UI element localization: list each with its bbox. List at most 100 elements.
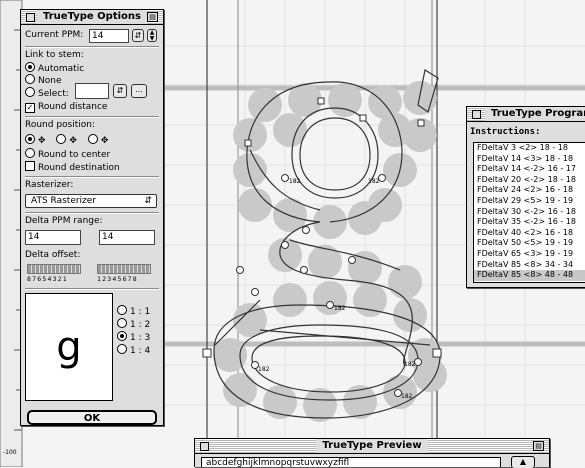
delta-offset-positive-slider[interactable] bbox=[97, 264, 151, 274]
checkmark-icon: ✓ bbox=[25, 103, 35, 113]
instruction-row-selected[interactable]: FDeltaV 85 <8> 48 - 48 bbox=[474, 270, 585, 281]
point-label: 182 bbox=[368, 178, 380, 185]
instructions-label: Instructions: bbox=[470, 127, 541, 137]
truetype-preview-window: TrueType Preview ▤ abcdefghijklmnopqrstu… bbox=[194, 438, 550, 468]
radio-icon bbox=[25, 62, 35, 72]
offset-right-digits: 12345678 bbox=[97, 275, 138, 283]
radio-none[interactable]: None bbox=[25, 74, 61, 86]
round-position-options: ✥ ✥ ✥ bbox=[25, 134, 108, 146]
position-off-radio[interactable] bbox=[87, 134, 98, 144]
collapse-box-icon[interactable]: ▤ bbox=[533, 441, 544, 451]
checkbox-icon bbox=[25, 161, 35, 171]
close-box-icon[interactable] bbox=[26, 13, 35, 22]
preview-text-field[interactable]: abcdefghijklmnopqrstuvwxyzfifl bbox=[201, 457, 501, 467]
instruction-row[interactable]: FDeltaV 24 <2> 16 - 18 bbox=[474, 185, 585, 196]
radio-icon bbox=[25, 87, 35, 97]
popup-arrows-icon: ⇵ bbox=[144, 196, 152, 206]
instruction-row[interactable]: FDeltaV 50 <5> 19 - 19 bbox=[474, 238, 585, 249]
instruction-row[interactable]: FDeltaV 85 <8> 34 - 34 bbox=[474, 260, 585, 271]
instruction-row[interactable]: FDeltaV 65 <3> 19 - 19 bbox=[474, 249, 585, 260]
program-title: TrueType Program bbox=[485, 107, 585, 121]
ppm-label: Current PPM: bbox=[25, 30, 84, 40]
divider bbox=[25, 288, 159, 290]
ok-button[interactable]: OK bbox=[27, 410, 157, 425]
rasterizer-select[interactable]: ATS Rasterizer ⇵ bbox=[25, 194, 157, 208]
radio-label: 1 : 2 bbox=[130, 320, 151, 330]
stem-more-button[interactable]: ... bbox=[131, 84, 147, 98]
ruler-label: -100 bbox=[3, 449, 17, 456]
stem-select-field[interactable] bbox=[75, 83, 109, 99]
ratio-1-4[interactable]: 1 : 4 bbox=[117, 344, 150, 356]
radio-label: None bbox=[38, 76, 62, 86]
radio-label: Round to center bbox=[38, 150, 111, 160]
instruction-row[interactable]: FDeltaV 14 <3> 18 - 18 bbox=[474, 154, 585, 165]
point-label: 182 bbox=[334, 305, 346, 312]
stem-popup-button[interactable]: ⇵ bbox=[113, 84, 127, 98]
radio-label: Automatic bbox=[38, 64, 85, 74]
ppm-input[interactable]: 14 bbox=[89, 29, 129, 43]
instructions-list[interactable]: FDeltaV 3 <2> 18 - 18 FDeltaV 14 <3> 18 … bbox=[473, 142, 585, 283]
radio-label: 1 : 1 bbox=[130, 307, 151, 317]
point-label: 182 bbox=[258, 366, 270, 373]
round-distance-checkbox[interactable]: ✓ Round distance bbox=[25, 102, 107, 113]
divider bbox=[25, 176, 159, 178]
position-half-radio[interactable] bbox=[56, 134, 67, 144]
delta-to-input[interactable]: 14 bbox=[99, 230, 155, 245]
delta-from-input[interactable]: 14 bbox=[25, 230, 81, 245]
preview-glyph: g bbox=[56, 324, 82, 370]
round-destination-checkbox[interactable]: Round destination bbox=[25, 161, 120, 173]
instruction-row[interactable]: FDeltaV 30 <-2> 16 - 18 bbox=[474, 207, 585, 218]
crosshair-icon: ✥ bbox=[38, 136, 46, 146]
instruction-row[interactable]: FDeltaV 14 <-2> 16 - 17 bbox=[474, 164, 585, 175]
point-label: 182 bbox=[404, 361, 416, 368]
point-label: 182 bbox=[289, 178, 301, 185]
delta-offset-label: Delta offset: bbox=[25, 250, 81, 260]
radio-label: Select: bbox=[38, 89, 69, 99]
ratio-1-3[interactable]: 1 : 3 bbox=[117, 331, 150, 343]
preview-title: TrueType Preview bbox=[316, 439, 428, 453]
instruction-row[interactable]: FDeltaV 40 <2> 16 - 18 bbox=[474, 228, 585, 239]
program-titlebar[interactable]: TrueType Program bbox=[467, 107, 585, 122]
divider bbox=[25, 212, 159, 214]
ppm-stepper[interactable]: ▲ ▼ bbox=[147, 29, 157, 42]
options-title: TrueType Options bbox=[37, 10, 147, 24]
point-label: 182 bbox=[401, 393, 413, 400]
instruction-row[interactable]: FDeltaV 20 <-2> 18 - 18 bbox=[474, 175, 585, 186]
radio-round-to-center[interactable]: Round to center bbox=[25, 148, 110, 160]
crosshair-icon: ✥ bbox=[100, 136, 109, 146]
radio-icon bbox=[117, 305, 127, 315]
radio-icon bbox=[117, 331, 127, 341]
truetype-program-window: TrueType Program Instructions: FDeltaV 3… bbox=[466, 106, 585, 288]
options-titlebar[interactable]: TrueType Options ▤ bbox=[21, 10, 163, 25]
radio-automatic[interactable]: Automatic bbox=[25, 62, 84, 74]
truetype-options-window: TrueType Options ▤ Current PPM: 14 ⇵ ▲ ▼ … bbox=[20, 9, 164, 426]
crosshair-icon: ✥ bbox=[69, 136, 77, 146]
radio-label: 1 : 3 bbox=[130, 333, 151, 343]
round-position-label: Round position: bbox=[25, 120, 96, 130]
close-box-icon[interactable] bbox=[472, 110, 481, 119]
ratio-1-2[interactable]: 1 : 2 bbox=[117, 318, 150, 330]
delta-offset-negative-slider[interactable] bbox=[27, 264, 81, 274]
radio-select[interactable]: Select: bbox=[25, 87, 69, 99]
instruction-row[interactable]: FDeltaV 29 <5> 19 - 19 bbox=[474, 196, 585, 207]
instruction-row[interactable]: FDeltaV 3 <2> 18 - 18 bbox=[474, 143, 585, 154]
instruction-row[interactable]: FDeltaV 35 <-2> 16 - 18 bbox=[474, 217, 585, 228]
radio-icon bbox=[117, 344, 127, 354]
checkbox-label: Round distance bbox=[38, 102, 108, 112]
collapse-box-icon[interactable]: ▤ bbox=[147, 12, 158, 22]
close-box-icon[interactable] bbox=[200, 442, 209, 451]
rasterizer-value: ATS Rasterizer bbox=[31, 196, 97, 206]
raster-pixels bbox=[213, 81, 447, 422]
radio-icon bbox=[25, 148, 35, 158]
preview-scroll-up-icon[interactable]: ▲ bbox=[511, 456, 535, 468]
delta-range-label: Delta PPM range: bbox=[25, 216, 103, 226]
position-grid-radio[interactable] bbox=[25, 134, 35, 144]
offset-left-digits: 87654321 bbox=[27, 275, 68, 283]
divider bbox=[25, 116, 159, 118]
divider bbox=[25, 46, 159, 48]
radio-icon bbox=[117, 318, 127, 328]
ratio-1-1[interactable]: 1 : 1 bbox=[117, 305, 150, 317]
ppm-popup-button[interactable]: ⇵ bbox=[132, 29, 144, 42]
preview-titlebar[interactable]: TrueType Preview ▤ bbox=[195, 439, 549, 454]
rasterizer-label: Rasterizer: bbox=[25, 180, 74, 190]
